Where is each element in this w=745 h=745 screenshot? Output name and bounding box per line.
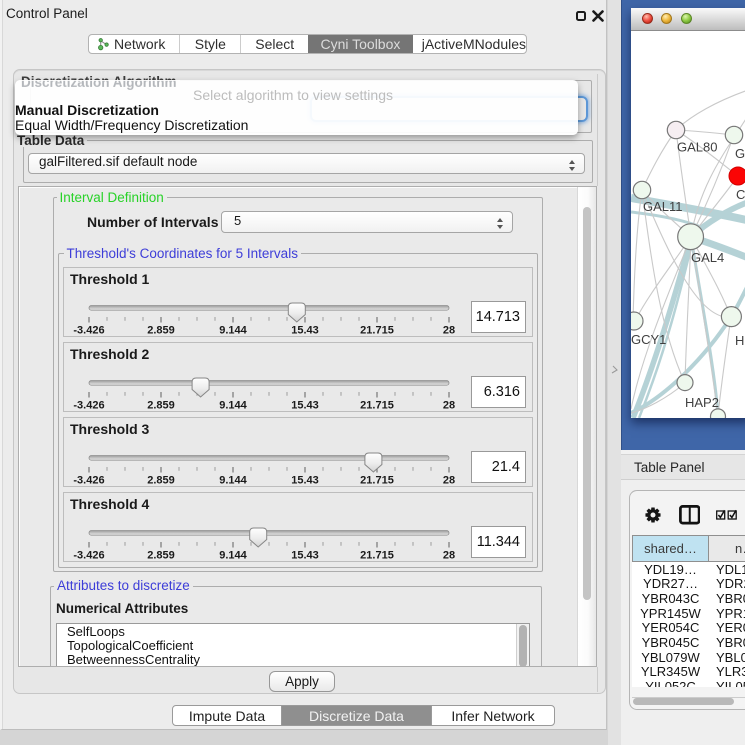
- svg-text:H: H: [735, 333, 744, 348]
- svg-text:28: 28: [443, 324, 455, 336]
- svg-text:9.144: 9.144: [219, 474, 247, 486]
- svg-text:-3.426: -3.426: [73, 324, 104, 336]
- svg-text:GA: GA: [735, 146, 745, 161]
- svg-text:2.859: 2.859: [147, 549, 175, 561]
- svg-text:2.859: 2.859: [147, 399, 175, 411]
- svg-text:28: 28: [443, 474, 455, 486]
- svg-text:HAP2: HAP2: [685, 395, 719, 410]
- svg-text:9.144: 9.144: [219, 324, 247, 336]
- svg-text:-3.426: -3.426: [73, 549, 104, 561]
- svg-text:-3.426: -3.426: [73, 399, 104, 411]
- svg-text:28: 28: [443, 549, 455, 561]
- svg-text:15.43: 15.43: [291, 549, 319, 561]
- svg-text:GAL11: GAL11: [643, 199, 683, 214]
- svg-text:2.859: 2.859: [147, 324, 175, 336]
- svg-text:15.43: 15.43: [291, 474, 319, 486]
- svg-text:C: C: [736, 187, 745, 202]
- svg-text:28: 28: [443, 399, 455, 411]
- svg-text:21.715: 21.715: [360, 324, 394, 336]
- svg-text:9.144: 9.144: [219, 549, 247, 561]
- svg-text:GCY1: GCY1: [631, 332, 666, 347]
- svg-text:15.43: 15.43: [291, 399, 319, 411]
- svg-text:21.715: 21.715: [360, 399, 394, 411]
- svg-text:21.715: 21.715: [360, 474, 394, 486]
- svg-text:GAL4: GAL4: [691, 250, 724, 265]
- svg-text:21.715: 21.715: [360, 549, 394, 561]
- svg-text:GAL80: GAL80: [677, 140, 717, 155]
- svg-text:15.43: 15.43: [291, 324, 319, 336]
- svg-text:2.859: 2.859: [147, 474, 175, 486]
- svg-text:-3.426: -3.426: [73, 474, 104, 486]
- svg-text:9.144: 9.144: [219, 399, 247, 411]
